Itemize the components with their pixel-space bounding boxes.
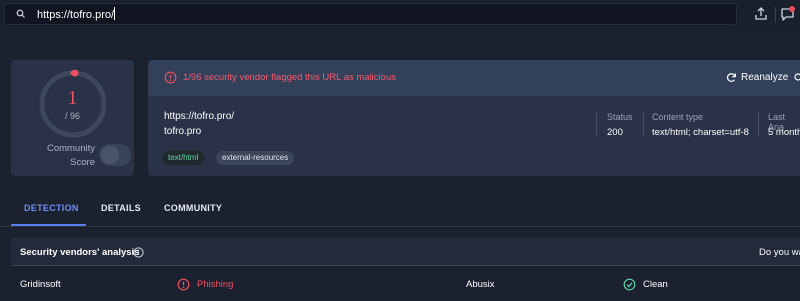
tab-detection[interactable]: DETECTION xyxy=(24,203,79,213)
url-info-card: 1/96 security vendor flagged this URL as… xyxy=(148,60,800,176)
text-caret xyxy=(114,7,116,20)
status-value: 200 xyxy=(607,127,623,138)
tab-bar: DETECTION DETAILS COMMUNITY xyxy=(0,190,800,228)
last-analysis-value: 5 month xyxy=(768,127,800,138)
alert-text: 1/96 security vendor flagged this URL as… xyxy=(183,72,396,83)
analysis-question: Do you wa xyxy=(759,247,800,258)
status-label: Status xyxy=(607,112,633,122)
vendor-name: Abusix xyxy=(466,279,495,290)
reanalyze-button[interactable]: Reanalyze xyxy=(741,72,788,83)
content-type-label: Content type xyxy=(652,112,704,122)
vendor-verdict: Phishing xyxy=(197,279,234,290)
tab-community[interactable]: COMMUNITY xyxy=(164,203,222,213)
refresh-icon[interactable] xyxy=(726,72,737,83)
top-bar: https://tofro.pro/ xyxy=(0,0,800,30)
community-score-label: Community Score xyxy=(46,143,95,168)
analysis-title: Security vendors' analysis xyxy=(20,247,140,258)
upload-icon[interactable] xyxy=(752,5,770,23)
notification-dot xyxy=(789,6,795,12)
score-value: 1 xyxy=(67,87,78,109)
tab-details[interactable]: DETAILS xyxy=(101,203,141,213)
search-similar-icon[interactable] xyxy=(793,72,800,84)
tag-text-html[interactable]: text/html xyxy=(162,151,205,165)
url-host: tofro.pro xyxy=(164,126,202,137)
score-card: 1 / 96 Community Score xyxy=(11,60,134,176)
tag-external-resources[interactable]: external-resources xyxy=(216,151,295,165)
url-full[interactable]: https://tofro.pro/ xyxy=(164,111,234,122)
search-icon xyxy=(16,9,25,18)
vendor-name: Gridinsoft xyxy=(20,279,61,290)
vendor-verdict: Clean xyxy=(643,279,668,290)
tab-bar-divider xyxy=(0,226,800,227)
clean-check-icon xyxy=(623,278,636,291)
search-box[interactable]: https://tofro.pro/ xyxy=(4,3,737,25)
meta-divider xyxy=(643,112,644,136)
content-type-value: text/html; charset=utf-8 xyxy=(652,127,749,138)
analysis-header: Security vendors' analysis Do you wa xyxy=(11,238,800,266)
vote-toggle-knob xyxy=(101,146,119,164)
malicious-alert-icon xyxy=(177,278,190,291)
search-input-value: https://tofro.pro/ xyxy=(37,9,115,21)
community-vote-toggle[interactable] xyxy=(99,144,131,166)
meta-divider xyxy=(596,112,597,136)
meta-divider xyxy=(758,112,759,136)
info-icon[interactable] xyxy=(133,247,144,258)
toolbar-divider xyxy=(775,7,776,23)
search-input[interactable]: https://tofro.pro/ xyxy=(37,7,637,21)
alert-circle-icon xyxy=(164,71,177,84)
alert-bar: 1/96 security vendor flagged this URL as… xyxy=(148,60,800,96)
score-total: / 96 xyxy=(64,111,80,121)
vendors-analysis: Security vendors' analysis Do you wa Gri… xyxy=(11,238,800,301)
